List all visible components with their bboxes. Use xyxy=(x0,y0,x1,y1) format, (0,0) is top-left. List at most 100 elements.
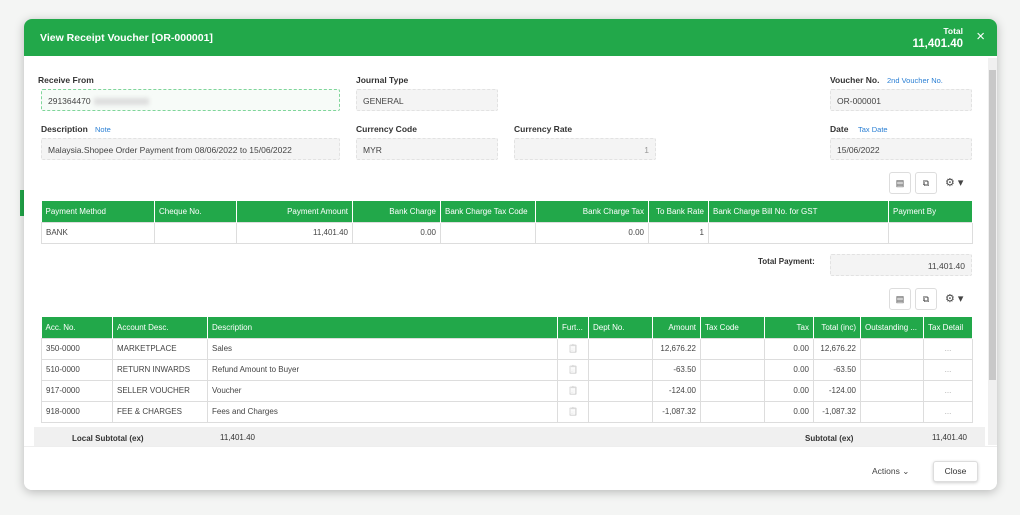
col-payment-amount[interactable]: Payment Amount xyxy=(236,201,353,222)
close-button[interactable]: Close xyxy=(933,461,978,482)
col-further[interactable]: Furt... xyxy=(557,317,589,338)
col-bank-charge-tax-code[interactable]: Bank Charge Tax Code xyxy=(440,201,536,222)
clipboard-icon[interactable]: 📋 xyxy=(568,386,578,395)
col-account-desc[interactable]: Account Desc. xyxy=(112,317,208,338)
gear-icon[interactable]: ⚙ ▾ xyxy=(945,176,963,189)
second-voucher-link[interactable]: 2nd Voucher No. xyxy=(887,76,943,85)
cell-dept-no xyxy=(588,379,653,402)
table-row[interactable]: 917-0000 SELLER VOUCHER Voucher 📋 -124.00 0.0… xyxy=(41,379,973,402)
gear-icon[interactable]: ⚙ ▾ xyxy=(945,292,963,305)
cell-tax: 0.00 xyxy=(764,400,814,423)
cell-acc-no: 917-0000 xyxy=(41,379,113,402)
cell xyxy=(440,221,536,244)
cell-tax-detail[interactable]: ... xyxy=(923,337,973,360)
cell-tax-detail[interactable]: ... xyxy=(923,358,973,381)
redacted-name xyxy=(93,98,149,106)
currency-rate-field[interactable]: 1 xyxy=(514,138,656,160)
date-field[interactable]: 15/06/2022 xyxy=(830,138,972,160)
currency-code-field[interactable]: MYR xyxy=(356,138,498,160)
note-link[interactable]: Note xyxy=(95,125,111,134)
cell-dept-no xyxy=(588,337,653,360)
cell-total-inc: -124.00 xyxy=(813,379,861,402)
clipboard-icon[interactable]: 📋 xyxy=(568,365,578,374)
col-to-bank-rate[interactable]: To Bank Rate xyxy=(648,201,709,222)
detail-header-row: Acc. No. Account Desc. Description Furt... D… xyxy=(41,317,973,338)
cell xyxy=(888,221,973,244)
cell-total-inc: 12,676.22 xyxy=(813,337,861,360)
close-icon[interactable]: × xyxy=(976,28,985,45)
col-dept-no[interactable]: Dept No. xyxy=(588,317,653,338)
cell-outstanding xyxy=(860,337,924,360)
col-bank-charge[interactable]: Bank Charge xyxy=(352,201,441,222)
journal-type-label: Journal Type xyxy=(356,75,409,85)
col-acc-no[interactable]: Acc. No. xyxy=(41,317,113,338)
voucher-no-field[interactable]: OR-000001 xyxy=(830,89,972,111)
cell-dept-no xyxy=(588,358,653,381)
cell-tax-code xyxy=(700,358,765,381)
cell-amount: -1,087.32 xyxy=(652,400,701,423)
total-payment-label: Total Payment: xyxy=(758,257,815,266)
cell: 1 xyxy=(648,221,709,244)
table-row[interactable]: 918-0000 FEE & CHARGES Fees and Charges 📋 -1… xyxy=(41,400,973,423)
receive-from-field[interactable]: 291364470 xyxy=(41,89,340,111)
actions-dropdown[interactable]: Actions ⌄ xyxy=(872,466,909,477)
copy-columns-icon[interactable]: ⧉ xyxy=(915,288,937,310)
description-field[interactable]: Malaysia.Shopee Order Payment from 08/06… xyxy=(41,138,340,160)
cell-further[interactable]: 📋 xyxy=(557,358,589,381)
total-payment-field: 11,401.40 xyxy=(830,254,972,276)
cell-further[interactable]: 📋 xyxy=(557,337,589,360)
col-amount[interactable]: Amount xyxy=(652,317,701,338)
local-subtotal-label: Local Subtotal (ex) xyxy=(72,434,144,443)
col-payment-by[interactable]: Payment By xyxy=(888,201,973,222)
cell-tax-detail[interactable]: ... xyxy=(923,400,973,423)
cell: 0.00 xyxy=(352,221,441,244)
copy-columns-icon[interactable]: ⧉ xyxy=(915,172,937,194)
scrollbar-thumb[interactable] xyxy=(989,70,996,380)
subtotal-bar: Local Subtotal (ex) 11,401.40 Subtotal (… xyxy=(34,427,985,447)
scrollbar[interactable] xyxy=(988,58,997,445)
detail-table: Acc. No. Account Desc. Description Furt... D… xyxy=(41,317,973,423)
cell-further[interactable]: 📋 xyxy=(557,400,589,423)
col-tax[interactable]: Tax xyxy=(764,317,814,338)
modal-header: View Receipt Voucher [OR-000001] Total 1… xyxy=(24,19,997,56)
clipboard-icon[interactable]: 📋 xyxy=(568,407,578,416)
table-row[interactable]: 510-0000 RETURN INWARDS Refund Amount to B… xyxy=(41,358,973,381)
col-payment-method[interactable]: Payment Method xyxy=(41,201,155,222)
cell-dept-no xyxy=(588,400,653,423)
cell-outstanding xyxy=(860,379,924,402)
cell-total-inc: -63.50 xyxy=(813,358,861,381)
table-row[interactable]: BANK 11,401.40 0.00 0.00 1 xyxy=(41,221,973,244)
clipboard-icon[interactable]: 📋 xyxy=(568,344,578,353)
export-csv-icon[interactable]: ▤ xyxy=(889,288,911,310)
col-bank-charge-tax[interactable]: Bank Charge Tax xyxy=(535,201,649,222)
currency-code-label: Currency Code xyxy=(356,124,417,134)
receive-from-label: Receive From xyxy=(38,75,94,85)
cell-acc-no: 918-0000 xyxy=(41,400,113,423)
table-row[interactable]: 350-0000 MARKETPLACE Sales 📋 12,676.22 0.00 12… xyxy=(41,337,973,360)
col-total-inc[interactable]: Total (inc) xyxy=(813,317,861,338)
cell-acc-no: 350-0000 xyxy=(41,337,113,360)
voucher-no-label: Voucher No. xyxy=(830,75,880,85)
col-outstanding[interactable]: Outstanding ... xyxy=(860,317,924,338)
cell-description: Fees and Charges xyxy=(207,400,558,423)
export-csv-icon[interactable]: ▤ xyxy=(889,172,911,194)
col-tax-detail[interactable]: Tax Detail xyxy=(923,317,973,338)
journal-type-field[interactable]: GENERAL xyxy=(356,89,498,111)
cell-further[interactable]: 📋 xyxy=(557,379,589,402)
subtotal-value: 11,401.40 xyxy=(932,433,967,442)
cell-account-desc: RETURN INWARDS xyxy=(112,358,208,381)
col-bill-no-gst[interactable]: Bank Charge Bill No. for GST xyxy=(708,201,889,222)
cell-account-desc: SELLER VOUCHER xyxy=(112,379,208,402)
cell-account-desc: FEE & CHARGES xyxy=(112,400,208,423)
total-value: 11,401.40 xyxy=(912,38,963,50)
col-cheque-no[interactable]: Cheque No. xyxy=(154,201,237,222)
tax-date-link[interactable]: Tax Date xyxy=(858,125,888,134)
cell xyxy=(154,221,237,244)
cell-tax-detail[interactable]: ... xyxy=(923,379,973,402)
payment-header-row: Payment Method Cheque No. Payment Amount… xyxy=(41,201,973,222)
cell-tax-code xyxy=(700,337,765,360)
cell-total-inc: -1,087.32 xyxy=(813,400,861,423)
col-description[interactable]: Description xyxy=(207,317,558,338)
col-tax-code[interactable]: Tax Code xyxy=(700,317,765,338)
modal-footer: Actions ⌄ Close xyxy=(24,446,997,490)
